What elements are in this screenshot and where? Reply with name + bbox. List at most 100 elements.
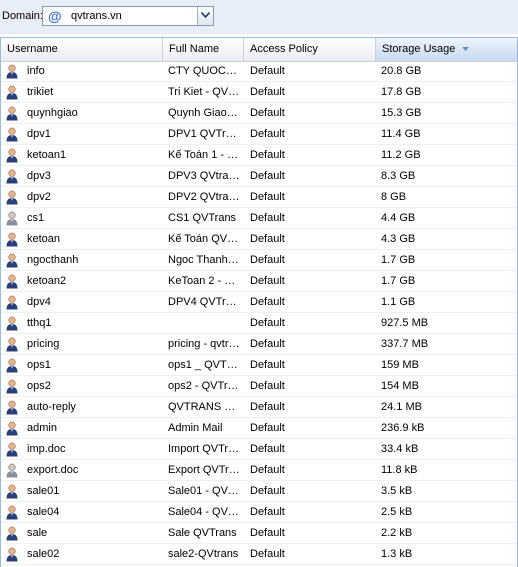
cell-username: dpv4 <box>1 292 163 313</box>
cell-username: pricing <box>1 334 163 355</box>
cell-storage-usage: 337.7 MB <box>381 338 429 350</box>
cell-storage-usage: 154 MB <box>381 380 419 392</box>
cell-username: imp.doc <box>1 439 163 460</box>
table-row[interactable]: info CTY QUOC… Default 20.8 GB <box>1 61 517 82</box>
table-row[interactable]: pricing pricing - qvtr… Default 337.7 MB <box>1 334 517 355</box>
cell-access-policy: Default <box>250 443 285 455</box>
cell-storage-usage: 8.3 GB <box>381 170 416 182</box>
at-sign-icon: @ <box>48 8 62 24</box>
column-header-storage-usage[interactable]: Storage Usage <box>376 38 517 61</box>
cell-storage-usage: 159 MB <box>381 359 419 371</box>
cell-storage-usage: 15.3 GB <box>381 107 422 119</box>
cell-username: sale02 <box>1 544 163 565</box>
username-text: admin <box>27 422 57 434</box>
cell-username: trikiet <box>1 82 163 103</box>
table-row[interactable]: ngocthanh Ngoc Thanh… Default 1.7 GB <box>1 250 517 271</box>
table-row[interactable]: export.doc Export QVTr… Default 11.8 kB <box>1 460 517 481</box>
user-icon <box>6 148 18 163</box>
cell-username: info <box>1 61 163 82</box>
domain-dropdown-button[interactable] <box>197 7 213 25</box>
cell-full-name: DPV2 QVtra… <box>168 191 240 203</box>
username-text: pricing <box>27 338 60 350</box>
table-row[interactable]: auto-reply QVTRANS … Default 24.1 MB <box>1 397 517 418</box>
table-row[interactable]: cs1 CS1 QVTrans Default 4.4 GB <box>1 208 517 229</box>
table-row[interactable]: tthq1 Default 927.5 MB <box>1 313 517 334</box>
table-row[interactable]: ketoan1 Kế Toán 1 - … Default 11.2 GB <box>1 145 517 166</box>
cell-full-name: DPV4 QVTr… <box>168 296 237 308</box>
domain-select[interactable]: @ qvtrans.vn <box>42 6 214 26</box>
user-icon <box>6 64 18 79</box>
cell-storage-usage: 11.8 kB <box>381 464 418 476</box>
table-row[interactable]: ops2 ops2 - QVTr… Default 154 MB <box>1 376 517 397</box>
user-icon <box>6 190 18 205</box>
cell-full-name: Kế Toán QV… <box>168 233 239 245</box>
svg-text:@: @ <box>48 8 62 24</box>
domain-label: Domain: <box>2 10 43 22</box>
table-row[interactable]: quynhgiao Quynh Giao… Default 15.3 GB <box>1 103 517 124</box>
user-icon <box>6 442 18 457</box>
cell-username: ketoan1 <box>1 145 163 166</box>
user-icon <box>6 358 18 373</box>
username-text: ketoan1 <box>27 149 67 161</box>
username-text: ketoan <box>27 233 61 245</box>
table-row[interactable]: admin Admin Mail Default 236.9 kB <box>1 418 517 439</box>
table-row[interactable]: trikiet Tri Kiet - QV… Default 17.8 GB <box>1 82 517 103</box>
cell-access-policy: Default <box>250 233 285 245</box>
username-text: dpv1 <box>27 128 51 140</box>
cell-access-policy: Default <box>250 107 285 119</box>
cell-access-policy: Default <box>250 191 285 203</box>
table-row[interactable]: dpv1 DPV1 QVTr… Default 11.4 GB <box>1 124 517 145</box>
user-icon <box>6 547 18 562</box>
cell-access-policy: Default <box>250 401 285 413</box>
users-grid: Username Full Name Access Policy Storage… <box>0 37 518 567</box>
table-row[interactable]: imp.doc Import QVTr… Default 33.4 kB <box>1 439 517 460</box>
table-row[interactable]: ketoan Kế Toán QV… Default 4.3 GB <box>1 229 517 250</box>
column-header-username[interactable]: Username <box>1 38 163 61</box>
username-text: ketoan2 <box>27 275 67 287</box>
user-icon <box>6 400 18 415</box>
cell-storage-usage: 20.8 GB <box>381 65 422 77</box>
cell-username: export.doc <box>1 460 163 481</box>
cell-full-name: KeToan 2 - … <box>168 275 236 287</box>
table-row[interactable]: dpv4 DPV4 QVTr… Default 1.1 GB <box>1 292 517 313</box>
cell-access-policy: Default <box>250 170 285 182</box>
user-icon <box>6 484 18 499</box>
chevron-down-icon <box>201 12 210 18</box>
user-icon-gray <box>6 463 18 478</box>
column-header-full-name[interactable]: Full Name <box>163 38 244 61</box>
cell-full-name: Kế Toán 1 - … <box>168 149 239 161</box>
cell-username: dpv2 <box>1 187 163 208</box>
column-header-storage-usage-label: Storage Usage <box>382 43 456 55</box>
cell-username: cs1 <box>1 208 163 229</box>
column-header-access-policy[interactable]: Access Policy <box>244 38 376 61</box>
cell-access-policy: Default <box>250 212 285 224</box>
user-icon <box>6 337 18 352</box>
table-row[interactable]: dpv3 DPV3 QVtra… Default 8.3 GB <box>1 166 517 187</box>
table-row[interactable]: sale02 sale2-QVtrans Default 1.3 kB <box>1 544 517 565</box>
user-icon <box>6 127 18 142</box>
cell-storage-usage: 4.4 GB <box>381 212 416 224</box>
table-row[interactable]: sale04 Sale04 - QV… Default 2.5 kB <box>1 502 517 523</box>
column-header-username-label: Username <box>7 43 58 55</box>
user-icon <box>6 295 18 310</box>
cell-username: sale01 <box>1 481 163 502</box>
table-row[interactable]: ops1 ops1 _ QVT… Default 159 MB <box>1 355 517 376</box>
username-text: sale04 <box>27 506 60 518</box>
username-text: dpv3 <box>27 170 51 182</box>
username-text: imp.doc <box>27 443 66 455</box>
cell-storage-usage: 1.7 GB <box>381 254 416 266</box>
cell-access-policy: Default <box>250 548 285 560</box>
cell-full-name: QVTRANS … <box>168 401 236 413</box>
cell-username: sale <box>1 523 163 544</box>
table-row[interactable]: sale01 Sale01 - QV… Default 3.5 kB <box>1 481 517 502</box>
cell-full-name: DPV1 QVTr… <box>168 128 237 140</box>
table-row[interactable]: sale Sale QVTrans Default 2.2 kB <box>1 523 517 544</box>
cell-access-policy: Default <box>250 254 285 266</box>
username-text: ops1 <box>27 359 51 371</box>
cell-access-policy: Default <box>250 422 285 434</box>
table-row[interactable]: dpv2 DPV2 QVtra… Default 8 GB <box>1 187 517 208</box>
user-icon <box>6 379 18 394</box>
username-text: sale02 <box>27 548 60 560</box>
username-text: ngocthanh <box>27 254 79 266</box>
table-row[interactable]: ketoan2 KeToan 2 - … Default 1.7 GB <box>1 271 517 292</box>
